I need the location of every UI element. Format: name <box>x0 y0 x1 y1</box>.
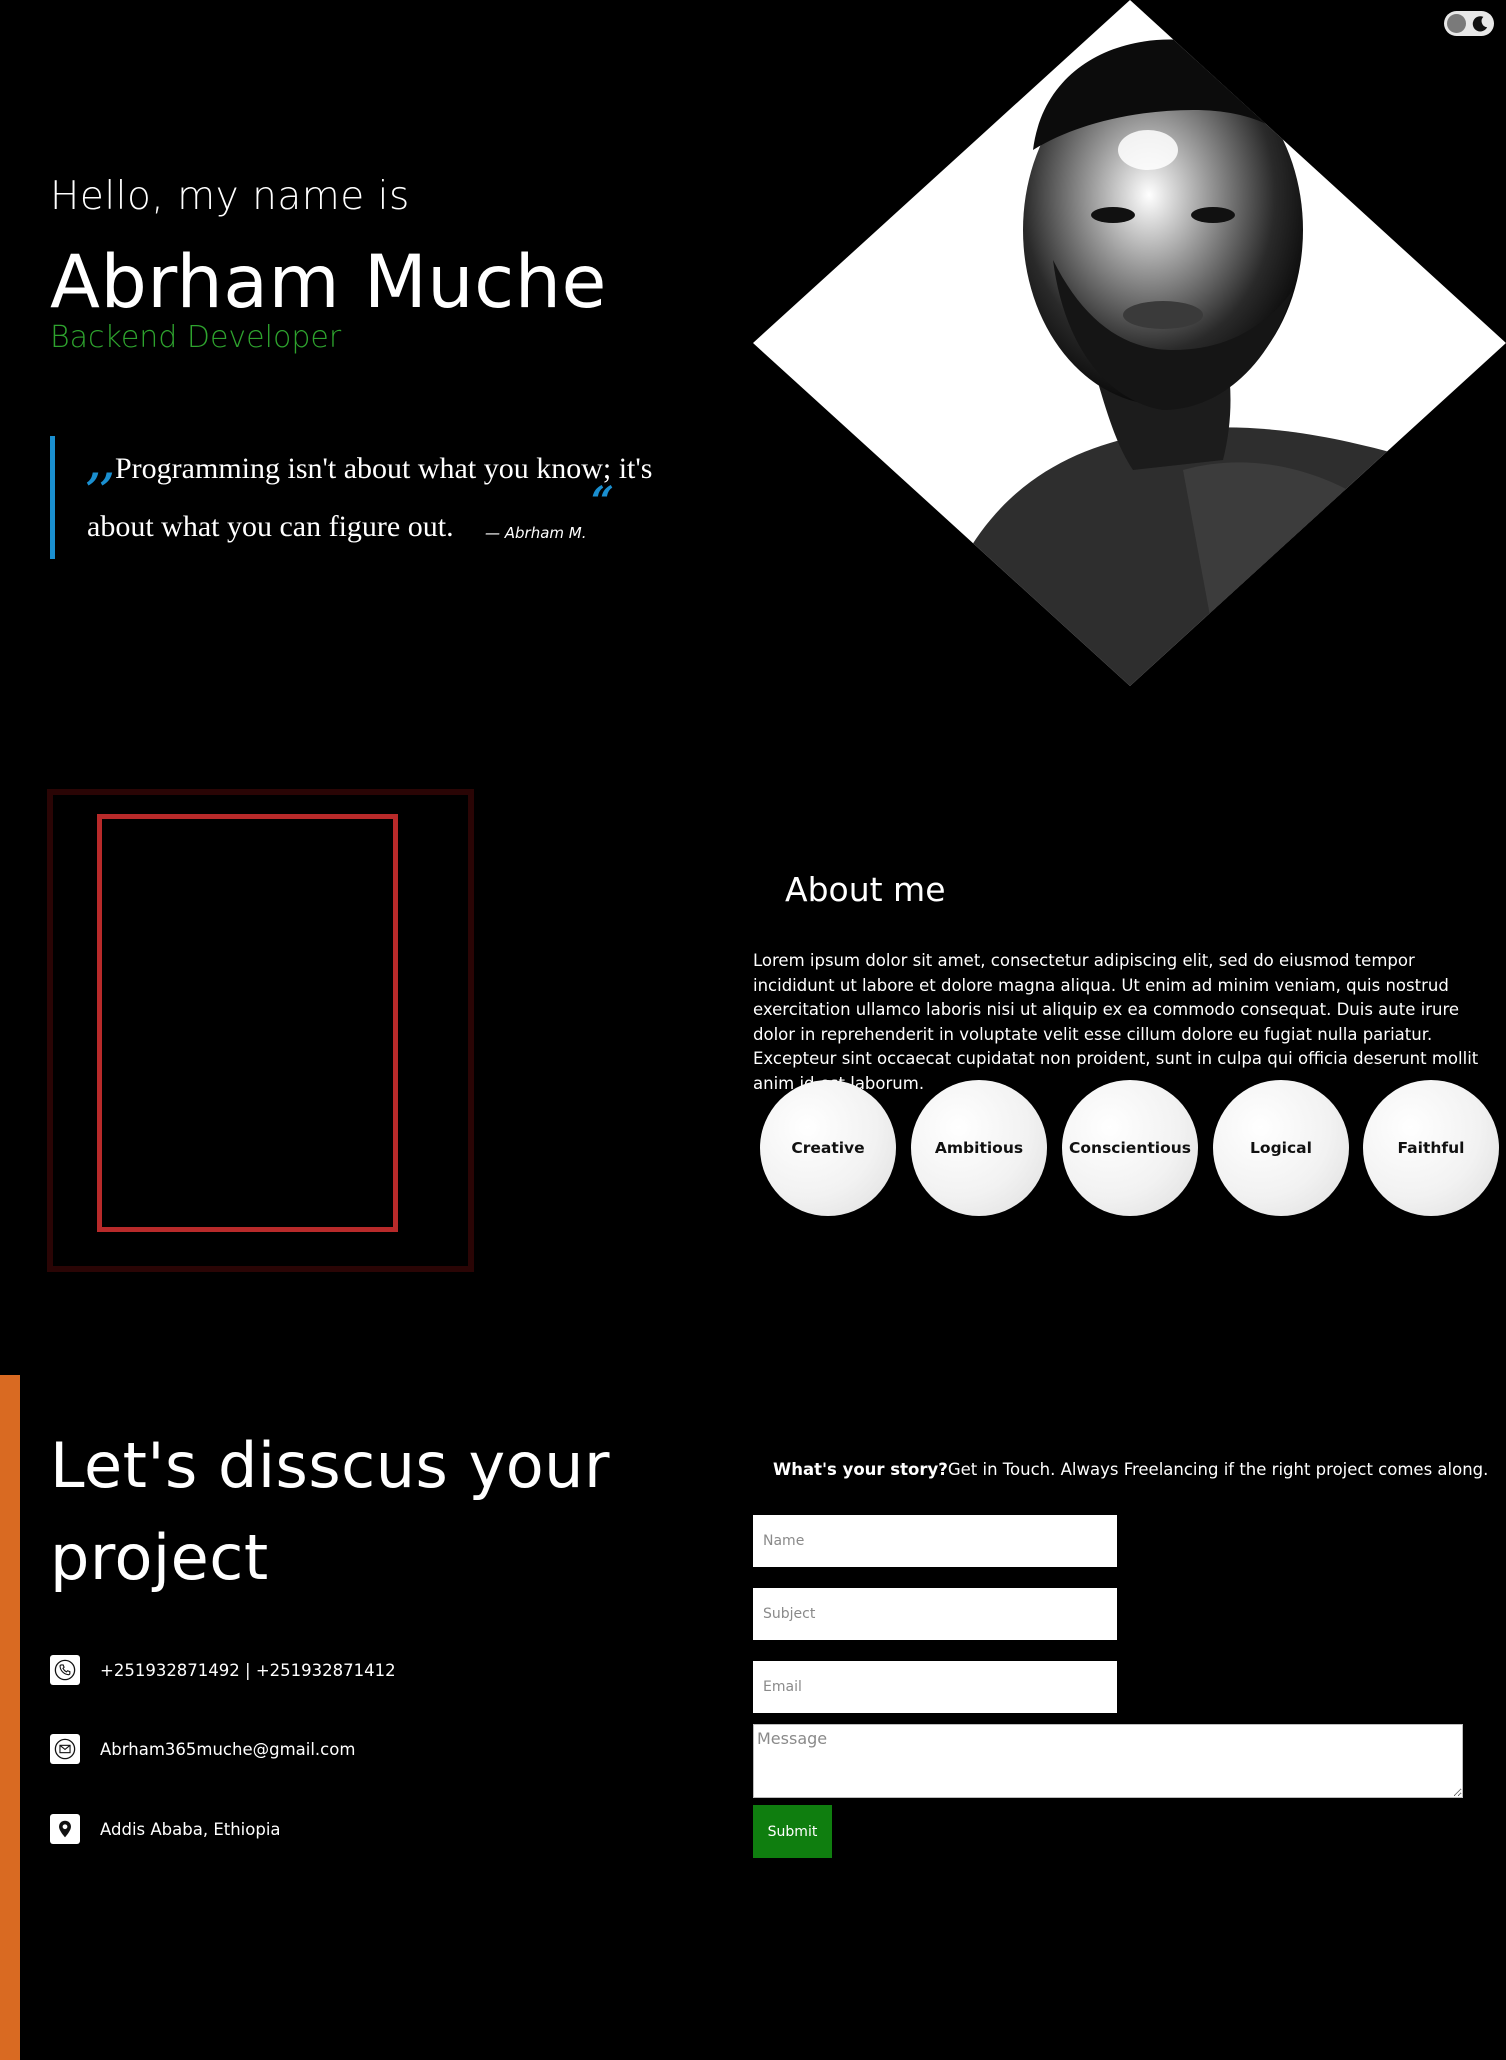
subject-input[interactable] <box>753 1588 1117 1640</box>
trait-ambitious: Ambitious <box>911 1080 1047 1216</box>
envelope-icon <box>50 1734 80 1764</box>
contact-phone-text: +251932871492 | +251932871412 <box>100 1660 396 1680</box>
contact-email-text: Abrham365muche@gmail.com <box>100 1739 356 1759</box>
open-quote-icon: ,, <box>87 442 115 489</box>
name-input[interactable] <box>753 1515 1117 1567</box>
contact-accent-bar <box>0 1375 20 2060</box>
submit-button[interactable]: Submit <box>753 1805 832 1858</box>
contact-title: Let's disscus your project <box>50 1429 610 1594</box>
email-input[interactable] <box>753 1661 1117 1713</box>
location-pin-icon <box>50 1814 80 1844</box>
traits-list: Creative Ambitious Conscientious Logical… <box>760 1080 1500 1216</box>
about-image-frame-inner <box>97 814 398 1232</box>
quote-text-line1: Programming isn't about what you know; i… <box>115 452 653 485</box>
trait-conscientious: Conscientious <box>1062 1080 1198 1216</box>
hero-greeting: Hello, my name is <box>50 174 410 219</box>
close-quote-icon: “ <box>591 478 615 525</box>
contact-email: Abrham365muche@gmail.com <box>50 1734 355 1764</box>
contact-phone: +251932871492 | +251932871412 <box>50 1655 396 1685</box>
hero-name: Abrham Muche <box>50 240 607 325</box>
message-textarea[interactable] <box>753 1724 1463 1798</box>
contact-intro-bold: What's your story? <box>773 1460 948 1479</box>
phone-icon <box>50 1655 80 1685</box>
contact-intro-rest: Get in Touch. Always Freelancing if the … <box>947 1460 1489 1479</box>
quote-text-line2: about what you can figure out. <box>87 510 454 543</box>
contact-intro: What's your story?Get in Touch. Always F… <box>773 1460 1488 1479</box>
trait-logical: Logical <box>1213 1080 1349 1216</box>
contact-location-text: Addis Ababa, Ethiopia <box>100 1819 281 1839</box>
hero-role: Backend Developer <box>50 320 342 355</box>
contact-location: Addis Ababa, Ethiopia <box>50 1814 281 1844</box>
about-title: About me <box>785 870 946 909</box>
trait-faithful: Faithful <box>1363 1080 1499 1216</box>
trait-creative: Creative <box>760 1080 896 1216</box>
about-text: Lorem ipsum dolor sit amet, consectetur … <box>753 951 1479 1093</box>
quote-author: — Abrham M. <box>485 524 587 542</box>
profile-photo <box>753 0 1506 686</box>
quote-block: ,, Programming isn't about what you know… <box>50 436 710 559</box>
